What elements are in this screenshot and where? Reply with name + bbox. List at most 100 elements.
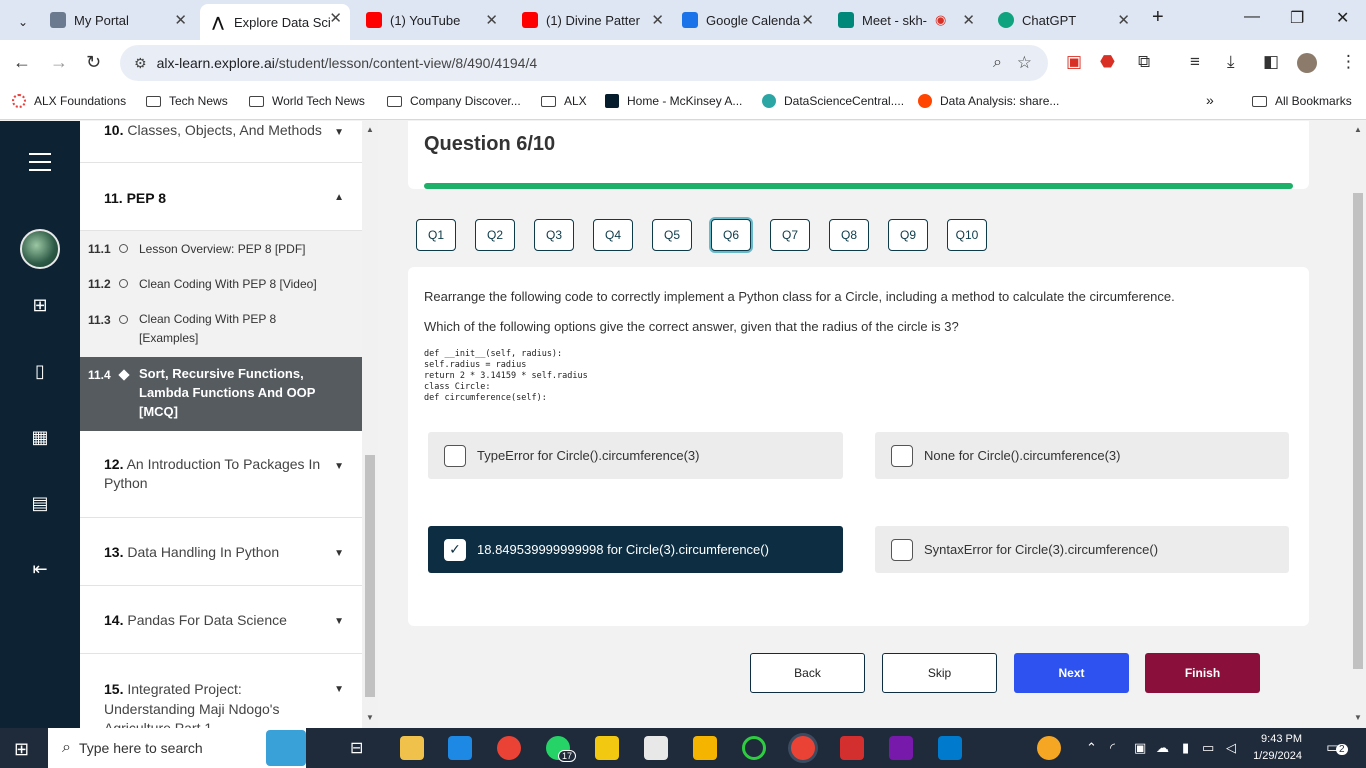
module-12[interactable]: 12. An Introduction To Packages In Pytho… [80,431,362,518]
checkbox[interactable] [444,444,466,467]
scroll-down-arrow-icon[interactable]: ▼ [366,713,374,722]
bookmark-alx[interactable]: ALX [541,94,587,108]
clock[interactable]: 9:43 PM 1/29/2024 [1250,731,1302,765]
reader-icon[interactable] [644,736,668,760]
tab-my-portal[interactable]: My Portal ✕ [40,6,195,34]
lesson-11-1[interactable]: 11.1 Lesson Overview: PEP 8 [PDF] [80,231,362,267]
sidebar-scrollbar[interactable]: ▲ ▼ [362,121,378,728]
tab-divine-pattern[interactable]: (1) Divine Patter ✕ [512,6,672,34]
option-b[interactable]: None for Circle().circumference(3) [875,432,1289,479]
tab-youtube[interactable]: (1) YouTube ✕ [356,6,506,34]
forward-arrow-icon[interactable]: → [50,52,68,73]
close-icon[interactable]: ✕ [174,11,187,29]
close-icon[interactable]: ✕ [485,11,498,29]
scroll-up-arrow-icon[interactable]: ▲ [366,125,374,134]
next-button[interactable]: Next [1014,653,1129,693]
finish-button[interactable]: Finish [1145,653,1260,693]
reload-icon[interactable]: ↻ [86,52,101,73]
battery-icon[interactable]: ▭ [1202,740,1214,756]
question-nav-q1[interactable]: Q1 [416,219,456,251]
bookmark-alx-foundations[interactable]: ALX Foundations [12,94,126,108]
acrobat-icon[interactable] [840,736,864,760]
adblock-icon[interactable]: ⬣ [1100,52,1115,72]
question-nav-q4[interactable]: Q4 [593,219,633,251]
back-arrow-icon[interactable]: ← [13,52,31,73]
calendar-icon[interactable]: ▦ [30,427,50,447]
media-icon[interactable]: ≡ [1190,52,1200,72]
lesson-11-2[interactable]: 11.2 Clean Coding With PEP 8 [Video] [80,267,362,302]
module-11[interactable]: 11. PEP 8 ▲ [80,163,362,231]
network-icon[interactable]: ◜ [1110,740,1115,756]
close-icon[interactable]: ✕ [801,11,814,29]
tab-meet[interactable]: Meet - skh- ◉ ✕ [828,6,983,34]
module-10[interactable]: 10. Classes, Objects, And Methods ▼ [80,121,362,163]
avatar[interactable] [20,229,60,269]
hamburger-menu-icon[interactable] [29,153,51,177]
tab-chatgpt[interactable]: ChatGPT ✕ [988,6,1138,34]
tab-explore-data-science[interactable]: ⋀ Explore Data Sci ✕ [200,4,350,40]
bookmark-datasciencecentral[interactable]: DataScienceCentral.... [762,94,904,108]
puzzle-icon[interactable]: ⧉ [1138,52,1150,72]
checkbox-checked[interactable]: ✓ [444,538,466,561]
logout-icon[interactable]: ⇤ [30,559,50,579]
option-d[interactable]: SyntaxError for Circle(3).circumference(… [875,526,1289,573]
powerbi-icon[interactable] [595,736,619,760]
file-explorer-icon[interactable] [400,736,424,760]
new-tab-button[interactable]: + [1152,6,1164,29]
chrome-icon[interactable] [497,736,521,760]
question-nav-q10[interactable]: Q10 [947,219,987,251]
close-window-button[interactable]: ✕ [1336,8,1349,28]
question-nav-q8[interactable]: Q8 [829,219,869,251]
store-icon[interactable] [448,736,472,760]
bookmark-tech-news[interactable]: Tech News [146,94,228,108]
extension-icon[interactable]: ▣ [1066,52,1082,72]
minimize-button[interactable]: — [1244,8,1260,26]
task-view-icon[interactable]: ⊟ [350,738,363,758]
bookmark-company-discover[interactable]: Company Discover... [387,94,521,108]
download-icon[interactable]: ⤓ [1227,52,1235,72]
bookmark-mckinsey[interactable]: Home - McKinsey A... [605,94,742,108]
page-scrollbar[interactable]: ▲ ▼ [1350,121,1366,728]
document-icon[interactable]: ▤ [30,493,50,513]
star-icon[interactable]: ☆ [1017,53,1032,73]
lesson-11-4[interactable]: 11.4 Sort, Recursive Functions, Lambda F… [80,357,362,431]
module-14[interactable]: 14. Pandas For Data Science ▼ [80,586,362,654]
site-info-icon[interactable]: ⚙ [134,55,147,72]
all-bookmarks-button[interactable]: All Bookmarks [1252,94,1352,108]
question-nav-q7[interactable]: Q7 [770,219,810,251]
meet-now-icon[interactable]: ▣ [1134,740,1146,756]
windows-start-icon[interactable]: ⊞ [14,739,29,760]
question-nav-q6[interactable]: Q6 [711,219,751,251]
restore-button[interactable]: ❐ [1290,8,1304,28]
close-icon[interactable]: ✕ [329,9,342,27]
tab-search-button[interactable]: ⌄ [8,8,28,36]
question-nav-q3[interactable]: Q3 [534,219,574,251]
book-icon[interactable]: ▯ [30,361,50,381]
menu-kebab-icon[interactable]: ⋮ [1340,52,1357,72]
chrome-profile-icon[interactable] [791,736,815,760]
scroll-up-arrow-icon[interactable]: ▲ [1354,125,1362,134]
onenote-icon[interactable] [889,736,913,760]
volume-icon[interactable]: ◁ [1226,740,1236,756]
profile-avatar[interactable] [1297,53,1317,73]
back-button[interactable]: Back [750,653,865,693]
sidebar-scroll-thumb[interactable] [365,455,375,697]
microphone-icon[interactable]: ▮ [1182,740,1189,756]
address-bar[interactable]: ⚙ alx-learn.explore.ai/student/lesson/co… [120,45,1048,81]
option-c[interactable]: ✓ 18.849539999999998 for Circle(3).circu… [428,526,843,573]
folder-app-icon[interactable] [693,736,717,760]
close-icon[interactable]: ✕ [651,11,664,29]
bookmark-data-analysis[interactable]: Data Analysis: share... [918,94,1059,108]
refresh-app-icon[interactable] [742,736,766,760]
puzzle-widget-icon[interactable] [266,730,306,766]
dashboard-icon[interactable]: ⊞ [30,295,50,315]
skip-button[interactable]: Skip [882,653,997,693]
close-icon[interactable]: ✕ [1117,11,1130,29]
question-nav-q9[interactable]: Q9 [888,219,928,251]
vscode-icon[interactable] [938,736,962,760]
lesson-11-3[interactable]: 11.3 Clean Coding With PEP 8 [Examples] [80,302,362,357]
tab-google-calendar[interactable]: Google Calenda ✕ [672,6,822,34]
checkbox[interactable] [891,444,913,467]
scroll-down-arrow-icon[interactable]: ▼ [1354,713,1362,722]
page-scroll-thumb[interactable] [1353,193,1363,669]
